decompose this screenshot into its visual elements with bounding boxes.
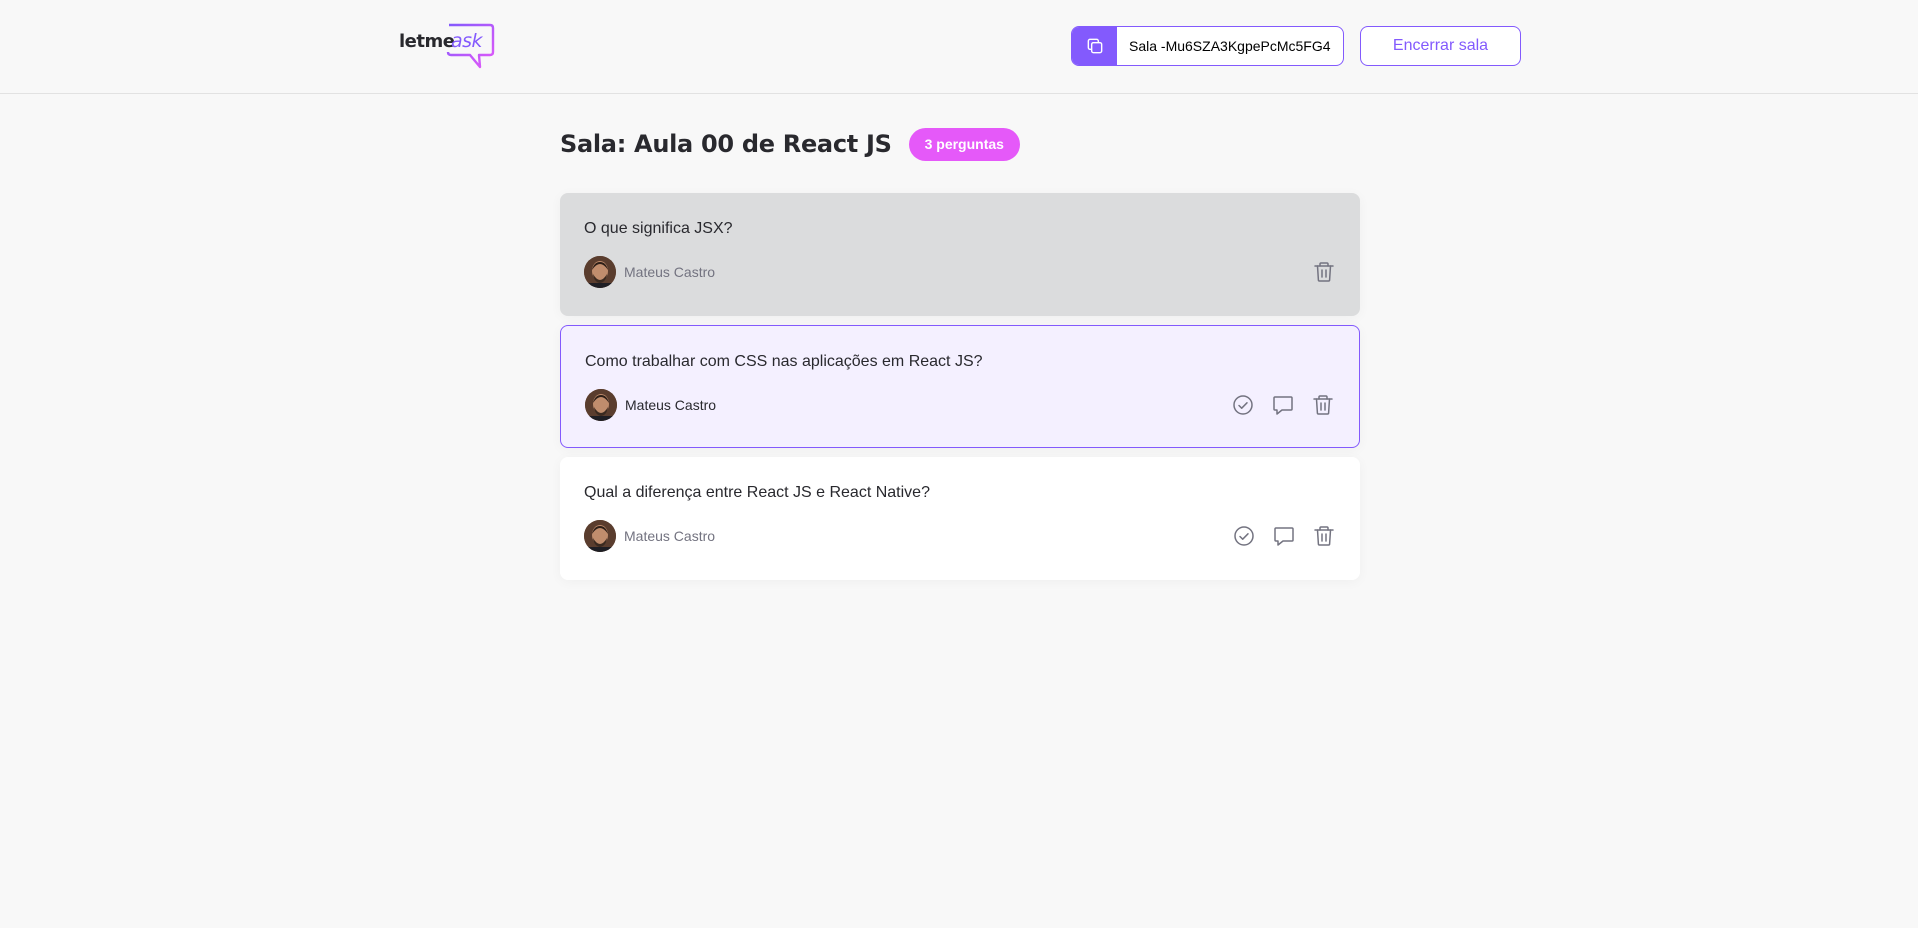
author-name: Mateus Castro xyxy=(624,528,716,544)
room-code-label: Sala -Mu6SZA3KgpePcMc5FG4 xyxy=(1129,38,1331,54)
check-circle-icon[interactable] xyxy=(1231,393,1255,417)
question-count-badge: 3 perguntas xyxy=(908,127,1020,161)
avatar xyxy=(584,256,616,288)
check-circle-icon[interactable] xyxy=(1232,524,1256,548)
answer-icon[interactable] xyxy=(1272,524,1296,548)
close-room-button[interactable]: Encerrar sala xyxy=(1360,26,1521,66)
question-text: O que significa JSX? xyxy=(584,220,733,237)
question-author: Mateus Castro xyxy=(584,520,715,552)
trash-icon[interactable] xyxy=(1312,260,1336,284)
trash-icon[interactable] xyxy=(1311,393,1335,417)
question-author: Mateus Castro xyxy=(584,256,715,288)
question-text: Como trabalhar com CSS nas aplicações em… xyxy=(585,353,983,370)
author-name: Mateus Castro xyxy=(624,264,716,280)
room-title-row: Sala: Aula 00 de React JS 3 perguntas xyxy=(560,126,1020,162)
author-name: Mateus Castro xyxy=(625,397,717,413)
copy-icon xyxy=(1072,27,1117,65)
question-card: Qual a diferença entre React JS e React … xyxy=(560,457,1360,580)
header: letme ask Sala -Mu6SZA3KgpePcMc5FG4 Ence… xyxy=(0,0,1918,94)
question-author: Mateus Castro xyxy=(585,389,716,421)
question-card: Como trabalhar com CSS nas aplicações em… xyxy=(560,325,1360,448)
trash-icon[interactable] xyxy=(1312,524,1336,548)
letmeask-logo[interactable]: letme ask xyxy=(399,22,495,70)
logo-text-ask: ask xyxy=(451,30,483,52)
question-card: O que significa JSX? Mateus Castro xyxy=(560,193,1360,316)
page-title: Sala: Aula 00 de React JS xyxy=(560,130,892,158)
avatar xyxy=(584,520,616,552)
room-code-button[interactable]: Sala -Mu6SZA3KgpePcMc5FG4 xyxy=(1071,26,1344,66)
question-text: Qual a diferença entre React JS e React … xyxy=(584,484,930,501)
answer-icon[interactable] xyxy=(1271,393,1295,417)
avatar xyxy=(585,389,617,421)
